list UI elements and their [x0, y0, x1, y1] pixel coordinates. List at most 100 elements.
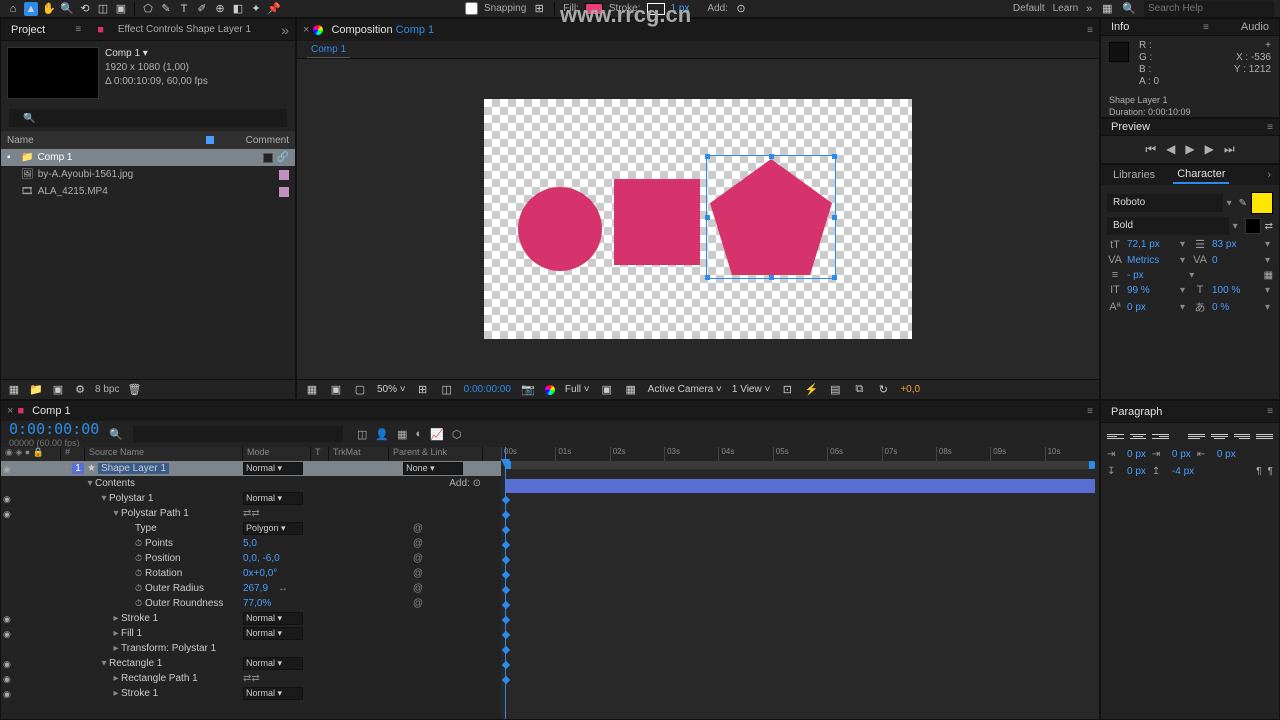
libraries-tab[interactable]: Libraries	[1109, 167, 1159, 183]
transparency-icon[interactable]: ▦	[624, 383, 638, 397]
bpc-label[interactable]: 8 bpc	[95, 384, 119, 395]
stroke-swatch[interactable]	[647, 3, 665, 15]
reset-exposure-icon[interactable]: ↻	[876, 383, 890, 397]
prop-transform-polystar[interactable]: ▸Transform: Polystar 1	[1, 641, 501, 656]
first-frame-icon[interactable]: ⏮	[1145, 142, 1156, 157]
col-comment[interactable]: Comment	[246, 135, 289, 146]
pickwhip-icon[interactable]: @	[389, 463, 399, 474]
prop-position[interactable]: ⏱Position0,0, -6,0@	[1, 551, 501, 566]
leading-value[interactable]: 83 px	[1212, 239, 1261, 250]
toggle-mask-icon[interactable]: ▣	[329, 383, 343, 397]
layer-bar[interactable]	[505, 479, 1095, 493]
workspace-icon[interactable]: ▦	[1100, 2, 1114, 16]
project-item-video[interactable]: 🎞ALA_4215.MP4	[1, 183, 295, 200]
swap-colors-icon[interactable]: ⇄	[1265, 221, 1273, 232]
prop-type[interactable]: TypePolygon ▾@	[1, 521, 501, 536]
settings-icon[interactable]: ⚙	[73, 383, 87, 397]
fast-preview-icon[interactable]: ⚡	[804, 383, 818, 397]
info-menu-icon[interactable]: ≡	[1203, 22, 1209, 33]
prop-polystar1[interactable]: ◉▾Polystar 1Normal ▾	[1, 491, 501, 506]
kerning-value[interactable]: Metrics	[1127, 255, 1176, 266]
selection-box[interactable]	[706, 155, 836, 279]
hscale-value[interactable]: 100 %	[1212, 285, 1261, 296]
space-before-value[interactable]: 0 px	[1127, 466, 1146, 477]
vscale-value[interactable]: 99 %	[1127, 285, 1176, 296]
character-tab[interactable]: Character	[1173, 166, 1229, 184]
col-name[interactable]: Name	[7, 135, 34, 146]
effect-controls-tab[interactable]: Effect Controls Shape Layer 1	[114, 22, 255, 37]
stroke-width-value[interactable]: - px	[1127, 270, 1185, 281]
char-overflow-icon[interactable]: ›	[1267, 169, 1271, 181]
para-menu-icon[interactable]: ≡	[1267, 406, 1273, 417]
eraser-tool-icon[interactable]: ◧	[231, 2, 245, 16]
indent-left-value[interactable]: 0 px	[1127, 449, 1146, 460]
time-ruler[interactable]: 00s01s 02s03s 04s05s 06s07s 08s09s 10s	[501, 447, 1099, 461]
shape-tool-icon[interactable]: ⬠	[141, 2, 155, 16]
audio-tab[interactable]: Audio	[1237, 19, 1273, 35]
clone-tool-icon[interactable]: ⊕	[213, 2, 227, 16]
view-dropdown[interactable]: 1 View ˅	[732, 384, 770, 395]
add-icon[interactable]: ⊙	[734, 2, 748, 16]
graph-editor-icon[interactable]: 📈	[430, 428, 444, 441]
prop-rectangle-path[interactable]: ◉▸Rectangle Path 1⇄⇄	[1, 671, 501, 686]
composition-viewer[interactable]	[297, 59, 1099, 379]
stroke-width[interactable]: 1 px	[671, 3, 690, 14]
rtl-icon[interactable]: ¶	[1256, 466, 1261, 477]
puppet-tool-icon[interactable]: 📌	[267, 2, 281, 16]
channel-icon[interactable]: ◫	[440, 383, 454, 397]
prop-rotation[interactable]: ⏱Rotation0x+0,0°@	[1, 566, 501, 581]
orbit-tool-icon[interactable]: ⟲	[78, 2, 92, 16]
indent-first-value[interactable]: 0 px	[1172, 449, 1191, 460]
justify-right-icon[interactable]	[1234, 429, 1251, 443]
ltr-icon[interactable]: ¶	[1268, 466, 1273, 477]
add-content-icon[interactable]: ⊙	[473, 478, 481, 489]
align-left-icon[interactable]	[1107, 429, 1124, 443]
prop-outer-radius[interactable]: ⏱Outer Radius267,9↔@	[1, 581, 501, 596]
paragraph-tab[interactable]: Paragraph	[1107, 404, 1166, 420]
prop-outer-roundness[interactable]: ⏱Outer Roundness77,0%@	[1, 596, 501, 611]
flowchart-icon[interactable]: ⧉	[852, 383, 866, 397]
rotate-tool-icon[interactable]: ◫	[96, 2, 110, 16]
prop-stroke1[interactable]: ◉▸Stroke 1Normal ▾	[1, 611, 501, 626]
font-size-value[interactable]: 72,1 px	[1127, 239, 1176, 250]
parent-dropdown[interactable]: None ▾	[403, 462, 463, 475]
interpret-icon[interactable]: ▦	[7, 383, 21, 397]
comp-mini-icon[interactable]: ◫	[357, 428, 367, 441]
space-after-value[interactable]: -4 px	[1172, 466, 1194, 477]
project-menu-icon[interactable]: ≡	[75, 24, 81, 35]
roto-tool-icon[interactable]: ✦	[249, 2, 263, 16]
pen-tool-icon[interactable]: ✎	[159, 2, 173, 16]
last-frame-icon[interactable]: ⏭	[1224, 142, 1235, 157]
tl-menu-icon[interactable]: ≡	[1087, 406, 1093, 417]
project-item-comp1[interactable]: ▪📁Comp 1 🔗	[1, 149, 295, 166]
next-frame-icon[interactable]: ▶	[1205, 142, 1214, 157]
draft3d-icon[interactable]: ⬡	[452, 428, 462, 441]
home-icon[interactable]: ⌂	[6, 2, 20, 16]
workspace-dropdown[interactable]: Default	[1013, 3, 1045, 14]
resolution-dropdown[interactable]: Full ˅	[565, 384, 590, 395]
snapshot-icon[interactable]: 📷	[521, 383, 535, 397]
overflow-icon[interactable]: »	[1086, 3, 1092, 15]
timeline-search-input[interactable]	[133, 426, 343, 442]
work-area-bar[interactable]	[505, 461, 1095, 469]
indent-right-value[interactable]: 0 px	[1217, 449, 1236, 460]
timeline-tab[interactable]: Comp 1	[28, 403, 75, 419]
snapping-checkbox[interactable]	[465, 2, 478, 15]
close-tl-icon[interactable]: ×	[7, 405, 13, 417]
shape-circle[interactable]	[518, 187, 602, 271]
text-tool-icon[interactable]: T	[177, 2, 191, 16]
col-sort-icon[interactable]	[206, 136, 214, 144]
prop-polystar-path[interactable]: ◉▾Polystar Path 1⇄⇄	[1, 506, 501, 521]
grid-icon[interactable]: ▦	[305, 383, 319, 397]
project-search-input[interactable]	[9, 109, 287, 127]
prop-fill1[interactable]: ◉▸Fill 1Normal ▾	[1, 626, 501, 641]
timecode-display[interactable]: 0:00:00:00	[9, 420, 99, 438]
current-time[interactable]: 0:00:00:00	[464, 384, 511, 395]
frame-blend-icon[interactable]: ▦	[397, 428, 407, 441]
layer-row-shape-layer-1[interactable]: ◉ ▾1 ★ Shape Layer 1 Normal ▾ @None ▾	[1, 461, 501, 476]
grid-toggle-icon[interactable]: ⊞	[416, 383, 430, 397]
composition-tab[interactable]: Composition Comp 1	[327, 22, 438, 38]
layer-mode-dropdown[interactable]: Normal ▾	[243, 462, 303, 475]
learn-link[interactable]: Learn	[1053, 3, 1079, 14]
camera-dropdown[interactable]: Active Camera ˅	[648, 384, 722, 395]
